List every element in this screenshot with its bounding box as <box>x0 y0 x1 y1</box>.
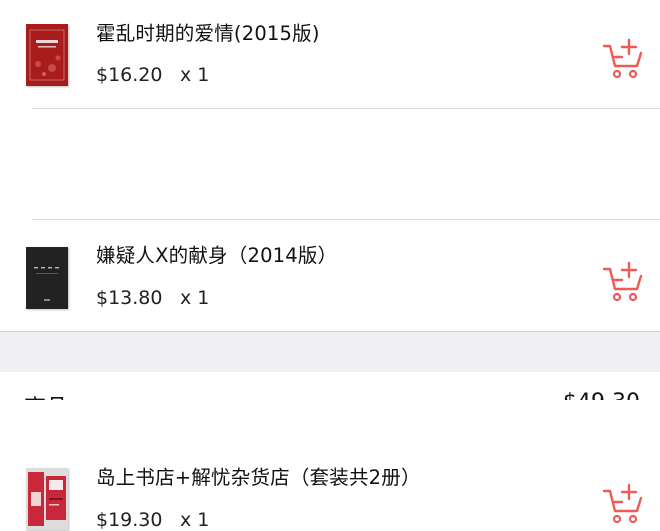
item-quantity: x 1 <box>180 509 210 531</box>
row-divider <box>32 108 660 109</box>
list-item[interactable]: 岛上书店+解忧杂货店（套装共2册） $19.30 x 1 <box>0 222 660 531</box>
order-summary-row: 商品 $49.30 <box>0 372 660 400</box>
order-item-list: 霍乱时期的爱情(2015版) $16.20 x 1 嫌疑人X的献身（2014版）… <box>0 0 660 531</box>
book-cover-image <box>26 468 68 530</box>
book-cover-image <box>26 24 68 86</box>
list-item[interactable]: 嫌疑人X的献身（2014版） $13.80 x 1 <box>0 111 660 309</box>
add-to-cart-icon <box>602 483 643 524</box>
list-item[interactable]: 霍乱时期的爱情(2015版) $16.20 x 1 <box>0 0 660 110</box>
section-separator <box>0 332 660 372</box>
item-title: 霍乱时期的爱情(2015版) <box>96 22 320 45</box>
add-to-cart-icon <box>602 38 643 79</box>
row-divider <box>32 219 660 220</box>
item-price: $16.20 <box>96 64 163 86</box>
summary-label: 商品 <box>24 390 68 400</box>
summary-value: $49.30 <box>563 390 640 400</box>
item-quantity: x 1 <box>180 64 210 86</box>
item-title: 岛上书店+解忧杂货店（套装共2册） <box>96 466 421 489</box>
item-price: $19.30 <box>96 509 163 531</box>
add-to-cart-button[interactable] <box>602 483 644 525</box>
add-to-cart-button[interactable] <box>602 38 644 80</box>
